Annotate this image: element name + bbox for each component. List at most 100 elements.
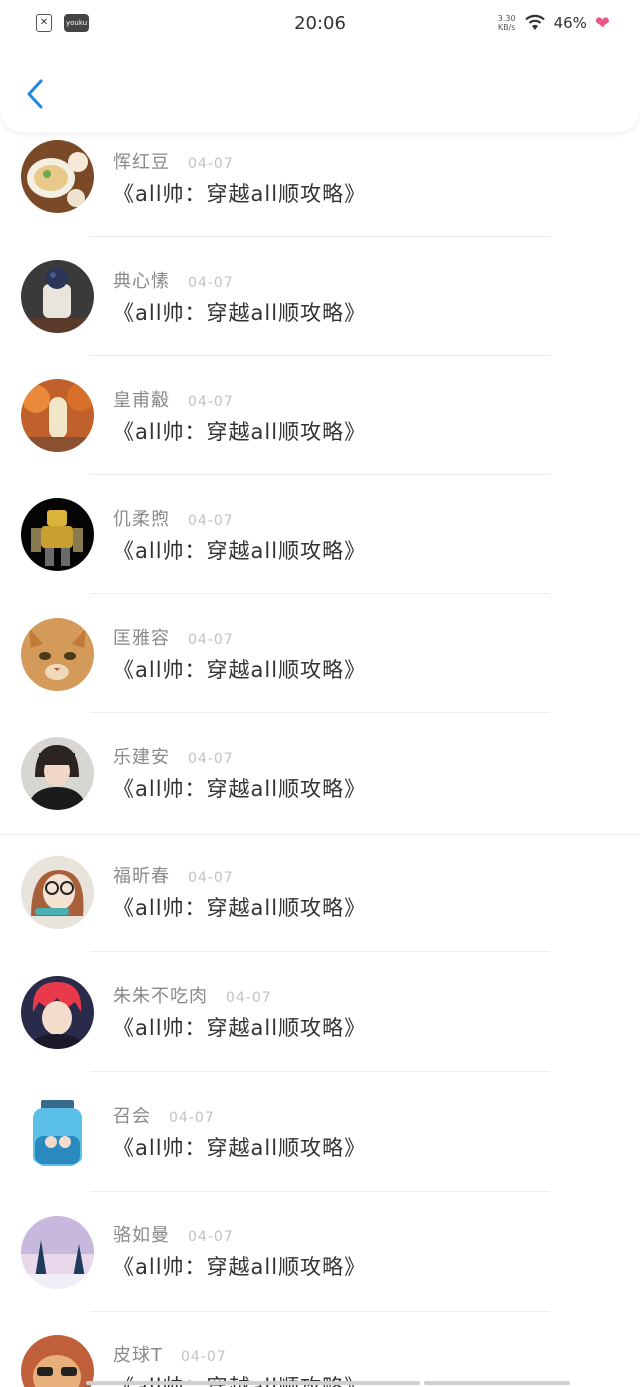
food-bowl-avatar-image [21,140,94,213]
comment-text: 《all帅：穿越all顺攻略》 [113,896,367,920]
avatar[interactable] [21,976,94,1049]
comment-date: 04-07 [226,990,272,1006]
dessert-avatar-image [21,260,94,333]
divider [90,236,550,237]
list-item[interactable]: 匡雅容 04-07 《all帅：穿越all顺攻略》 [0,608,640,727]
avatar[interactable] [21,140,94,213]
user-name: 皇甫觳 [113,390,170,411]
red-hair-avatar-image [21,976,94,1049]
avatar[interactable] [21,498,94,571]
section-divider [0,834,640,835]
user-name: 典心愫 [113,271,170,292]
glasses-girl-avatar-image [21,856,94,929]
list-item[interactable]: 皮球T04-07 《all帅：穿越all顺攻略》 [0,1325,640,1387]
person-avatar-image [21,737,94,810]
comment-date: 04-07 [181,1349,227,1365]
list-item[interactable]: 福昕春 04-07 《all帅：穿越all顺攻略》 [0,846,640,965]
list-item[interactable]: 召会 04-07 《all帅：穿越all顺攻略》 [0,1086,640,1205]
comment-date: 04-07 [188,156,234,172]
scroll-indicator-left [86,1381,420,1385]
comment-text: 《all帅：穿越all顺攻略》 [113,777,367,801]
header [0,46,640,132]
divider [90,1071,550,1072]
avatar[interactable] [21,1096,94,1169]
user-name-row: 福昕春 04-07 [113,862,234,888]
network-speed: 3.30 KB/s [498,14,516,32]
avatar[interactable] [21,1335,94,1387]
robot-avatar-image [21,498,94,571]
status-bar: ✕ youku 20:06 3.30 KB/s 46% ❤ [0,0,640,46]
avatar[interactable] [21,379,94,452]
user-name-row: 召会 04-07 [113,1102,215,1128]
user-name-row: 皇甫觳 04-07 [113,386,234,412]
divider [90,712,550,713]
user-name: 骆如曼 [113,1225,170,1246]
chevron-left-icon [27,79,43,109]
divider [90,951,550,952]
comment-date: 04-07 [188,513,234,529]
user-name-row: 仉柔煦 04-07 [113,505,234,531]
user-name: 召会 [113,1106,151,1127]
divider [90,474,550,475]
comment-date: 04-07 [169,1110,215,1126]
comment-text: 《all帅：穿越all顺攻略》 [113,1016,367,1040]
comment-date: 04-07 [188,751,234,767]
user-name: 皮球T [113,1345,163,1366]
user-name: 乐建安 [113,747,170,768]
network-speed-value: 3.30 [497,14,516,23]
list-item[interactable]: 乐建安 04-07 《all帅：穿越all顺攻略》 [0,727,640,846]
comment-text: 《all帅：穿越all顺攻略》 [113,420,367,444]
status-left-icons: ✕ youku [36,14,90,32]
comment-text: 《all帅：穿越all顺攻略》 [113,1255,367,1279]
avatar[interactable] [21,737,94,810]
cat-avatar-image [21,618,94,691]
divider [90,355,550,356]
youku-icon: youku [64,14,90,32]
divider [90,1191,550,1192]
user-name-row: 朱朱不吃肉 04-07 [113,982,272,1008]
user-name-row: 典心愫 04-07 [113,267,234,293]
comment-text: 《all帅：穿越all顺攻略》 [113,539,367,563]
back-button[interactable] [20,76,50,112]
comment-text: 《all帅：穿越all顺攻略》 [113,301,367,325]
list-item[interactable]: 仉柔煦 04-07 《all帅：穿越all顺攻略》 [0,489,640,608]
cat-sunglasses-avatar-image [21,1335,94,1387]
user-name-row: 乐建安 04-07 [113,743,234,769]
list-item[interactable]: 骆如曼 04-07 《all帅：穿越all顺攻略》 [0,1205,640,1324]
list-item[interactable]: 恽红豆 04-07 《all帅：穿越all顺攻略》 [0,132,640,251]
comment-text: 《all帅：穿越all顺攻略》 [113,658,367,682]
divider [90,593,550,594]
comment-date: 04-07 [188,870,234,886]
list-item[interactable]: 皇甫觳 04-07 《all帅：穿越all顺攻略》 [0,370,640,489]
scroll-indicator-right [424,1381,570,1385]
user-name: 匡雅容 [113,628,170,649]
list-item[interactable]: 朱朱不吃肉 04-07 《all帅：穿越all顺攻略》 [0,966,640,1085]
list-item[interactable]: 典心愫 04-07 《all帅：穿越all顺攻略》 [0,251,640,370]
divider [90,1311,550,1312]
heart-battery-icon: ❤ [594,12,610,34]
winter-trees-avatar-image [21,1216,94,1289]
comment-text: 《all帅：穿越all顺攻略》 [113,1136,367,1160]
status-right-icons: 3.30 KB/s 46% ❤ [498,13,610,34]
user-name: 福昕春 [113,866,170,887]
user-name: 仉柔煦 [113,509,170,530]
user-name: 恽红豆 [113,152,170,173]
jar-avatar-image [21,1096,94,1169]
avatar[interactable] [21,856,94,929]
comment-date: 04-07 [188,1229,234,1245]
sim-icon: ✕ [36,14,52,32]
battery-percent: 46% [553,14,587,32]
avatar[interactable] [21,618,94,691]
comment-text: 《all帅：穿越all顺攻略》 [113,182,367,206]
user-name-row: 匡雅容 04-07 [113,624,234,650]
comment-date: 04-07 [188,275,234,291]
comment-date: 04-07 [188,394,234,410]
user-name-row: 恽红豆 04-07 [113,148,234,174]
user-name-row: 骆如曼 04-07 [113,1221,234,1247]
avatar[interactable] [21,1216,94,1289]
avatar[interactable] [21,260,94,333]
user-name-row: 皮球T 04-07 [113,1341,227,1367]
autumn-gate-avatar-image [21,379,94,452]
comment-date: 04-07 [188,632,234,648]
wifi-icon [524,14,545,30]
